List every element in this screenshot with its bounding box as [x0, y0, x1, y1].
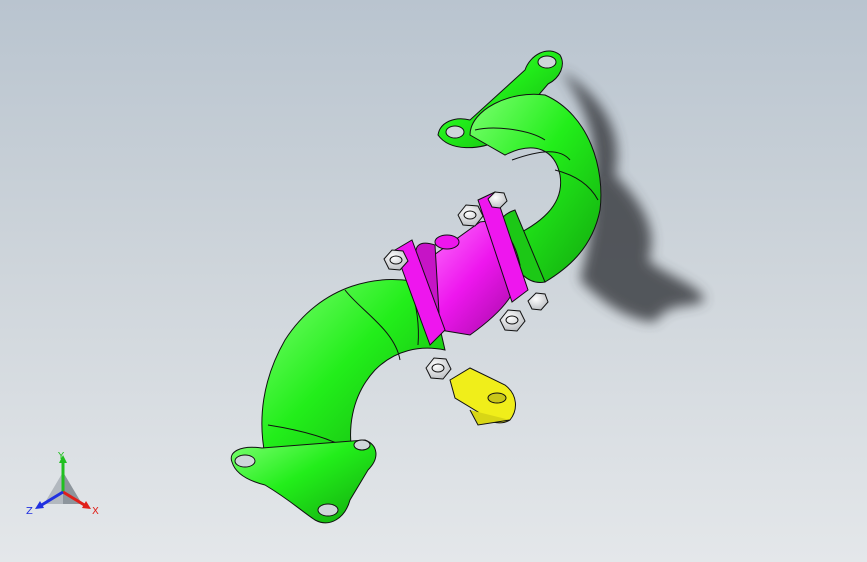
graphics-viewport[interactable]: Y X Z — [0, 0, 867, 562]
bolt-nut-5[interactable] — [527, 292, 549, 311]
lower-flange[interactable] — [230, 439, 377, 524]
view-orientation-triad[interactable]: Y X Z — [22, 448, 104, 520]
pipe-assembly-model[interactable] — [0, 0, 867, 562]
y-axis-label: Y — [57, 451, 65, 462]
z-axis-label: Z — [26, 506, 33, 517]
x-axis-label: X — [92, 506, 99, 517]
bolt-nut-3[interactable] — [499, 309, 526, 332]
bolt-nut-4[interactable] — [425, 357, 452, 380]
support-bracket[interactable] — [449, 367, 516, 426]
